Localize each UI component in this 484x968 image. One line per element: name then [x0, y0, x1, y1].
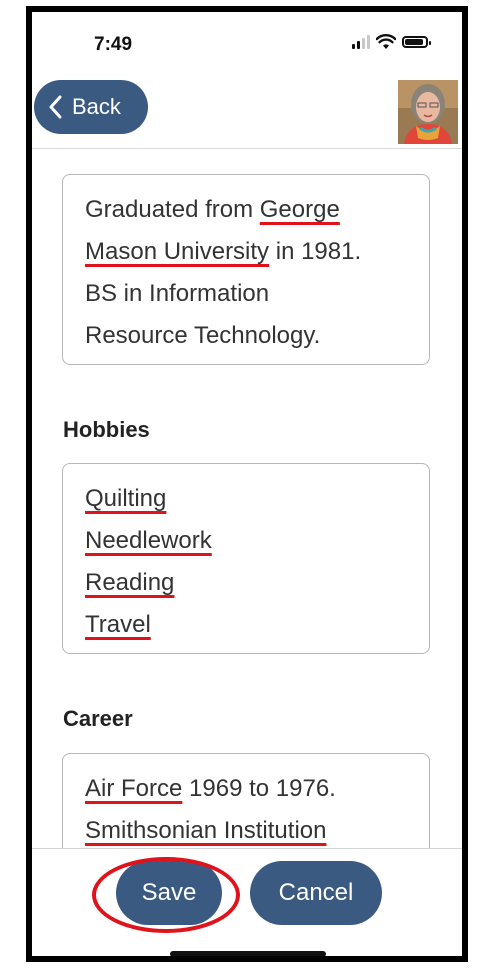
cancel-button[interactable]: Cancel — [250, 861, 382, 925]
status-bar: 7:49 — [32, 12, 462, 74]
underlined-text: Needlework — [85, 527, 212, 554]
career-line: Smithsonian Institution — [85, 810, 407, 849]
profile-photo — [398, 80, 458, 144]
status-time: 7:49 — [94, 34, 133, 55]
avatar[interactable] — [398, 80, 458, 144]
career-label: Career — [63, 706, 133, 731]
career-textbox[interactable]: Air Force 1969 to 1976. Smithsonian Insti… — [62, 753, 430, 849]
education-line: Graduated from George — [85, 189, 407, 231]
text-segment: Resource Technology. — [85, 322, 321, 349]
underlined-text: Quilting — [85, 485, 167, 512]
phone-frame: 7:49 Back Graduated from George Mason Un… — [26, 6, 468, 962]
wifi-icon — [376, 34, 396, 49]
education-textbox[interactable]: Graduated from George Mason University in… — [62, 174, 430, 365]
underlined-text: Travel — [85, 611, 151, 638]
cellular-signal-icon — [352, 35, 370, 49]
hobby-item: Travel — [85, 604, 407, 646]
status-icons — [352, 34, 431, 50]
back-button[interactable]: Back — [34, 80, 148, 134]
career-line: Air Force 1969 to 1976. — [85, 768, 407, 810]
underlined-text: Smithsonian Institution — [85, 817, 327, 844]
battery-icon — [402, 36, 431, 48]
text-segment: Graduated from — [85, 196, 260, 223]
text-segment: in 1981. — [269, 238, 362, 265]
text-segment: 1969 to 1976. — [182, 775, 336, 802]
navigation-bar: Back — [32, 76, 462, 149]
hobby-item: Reading — [85, 562, 407, 604]
save-highlight-annotation — [92, 857, 240, 933]
underlined-text: Mason University — [85, 238, 270, 265]
hobby-item: Quilting — [85, 478, 407, 520]
home-indicator — [170, 951, 326, 956]
underlined-text: Air Force — [85, 775, 183, 802]
hobby-item: Needlework — [85, 520, 407, 562]
hobbies-label: Hobbies — [63, 417, 150, 442]
education-line: BS in Information — [85, 273, 407, 315]
profile-content: Graduated from George Mason University in… — [32, 149, 462, 849]
chevron-left-icon — [49, 95, 62, 119]
text-segment: BS in Information — [85, 280, 270, 307]
underlined-text: Reading — [85, 569, 175, 596]
back-button-label: Back — [72, 94, 121, 119]
hobbies-textbox[interactable]: Quilting Needlework Reading Travel — [62, 463, 430, 654]
underlined-text: George — [259, 196, 340, 223]
education-line: Mason University in 1981. — [85, 231, 407, 273]
action-bar: Save Cancel — [32, 848, 462, 956]
education-line: Resource Technology. — [85, 315, 407, 357]
